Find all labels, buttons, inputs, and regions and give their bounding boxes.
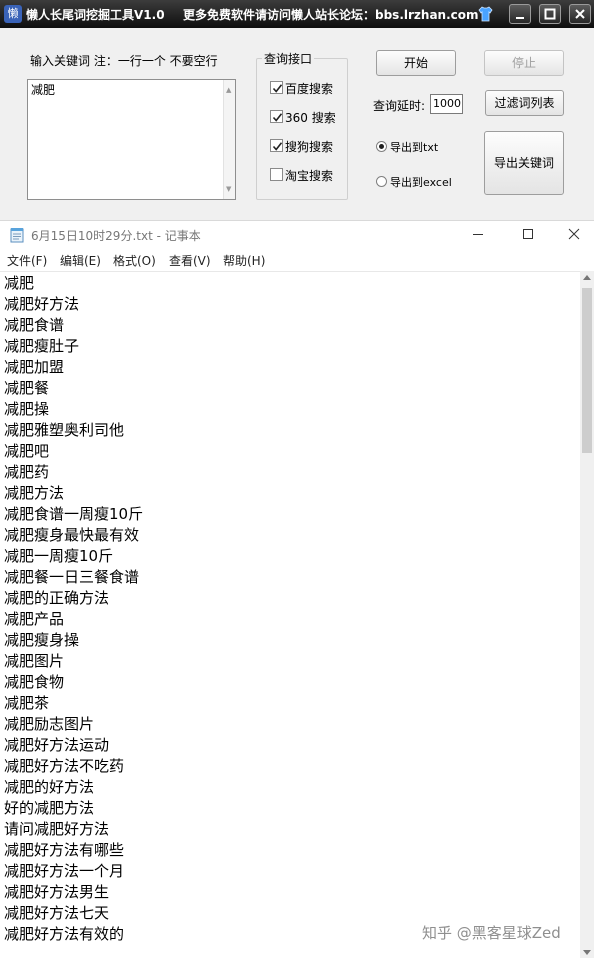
radio-label: 导出到txt <box>390 141 439 154</box>
checkmark-icon <box>272 113 283 122</box>
minimize-icon <box>473 234 483 235</box>
window-title: 懒人长尾词挖掘工具V1.0 <box>26 8 165 22</box>
notepad-window: 6月15日10时29分.txt - 记事本 文件(F) 编辑(E) 格式(O) … <box>0 220 594 958</box>
export-keywords-button[interactable]: 导出关键词 <box>484 131 564 195</box>
text-line: 减肥雅塑奥利司他 <box>4 421 125 439</box>
text-line: 减肥加盟 <box>4 358 65 376</box>
zhihu-watermark: 知乎 @黑客星球Zed <box>422 924 561 942</box>
scroll-thumb[interactable] <box>582 288 592 453</box>
scroll-down-arrow-icon[interactable]: ▼ <box>226 181 231 197</box>
text-line: 减肥图片 <box>4 652 65 670</box>
text-line: 减肥一周瘦10斤 <box>4 547 114 565</box>
text-line: 减肥 <box>4 274 35 292</box>
close-icon <box>575 9 585 19</box>
keyword-scrollbar[interactable]: ▲ ▼ <box>223 80 235 199</box>
text-line: 减肥瘦身操 <box>4 631 80 649</box>
radio-label: 导出到excel <box>390 176 452 189</box>
text-line: 减肥好方法有效的 <box>4 925 125 943</box>
notepad-title: 6月15日10时29分.txt - 记事本 <box>31 229 201 243</box>
scroll-up-arrow-icon[interactable]: ▲ <box>226 82 231 98</box>
notepad-text-area[interactable]: 减肥 减肥好方法 减肥食谱 减肥瘦肚子 减肥加盟 减肥餐 减肥操 减肥雅塑奥利司… <box>0 271 580 958</box>
scroll-down-arrow-icon[interactable] <box>583 950 591 956</box>
filter-words-button[interactable]: 过滤词列表 <box>485 90 564 116</box>
text-line: 减肥食谱 <box>4 316 65 334</box>
text-line: 减肥好方法运动 <box>4 736 110 754</box>
minimize-icon <box>516 17 524 19</box>
start-button[interactable]: 开始 <box>376 50 456 76</box>
close-icon <box>568 228 580 240</box>
checkbox[interactable] <box>270 139 283 152</box>
checkmark-icon <box>272 142 283 151</box>
text-line: 减肥好方法不吃药 <box>4 757 125 775</box>
text-line: 减肥瘦身最快最有效 <box>4 526 140 544</box>
keyword-tool-window: 懒 懒人长尾词挖掘工具V1.0 更多免费软件请访问懒人站长论坛：bbs.lrzh… <box>0 0 594 220</box>
text-line: 请问减肥好方法 <box>4 820 110 838</box>
engine-label: 淘宝搜索 <box>285 169 334 183</box>
maximize-icon <box>523 229 533 239</box>
maximize-icon <box>544 8 556 20</box>
radio-unselected[interactable] <box>376 176 387 187</box>
checkbox[interactable] <box>270 81 283 94</box>
notepad-vertical-scrollbar[interactable] <box>580 271 594 958</box>
keyword-input-hint: 输入关键词 注：一行一个 不要空行 <box>30 54 218 68</box>
text-line: 减肥好方法男生 <box>4 883 110 901</box>
tool-titlebar[interactable]: 懒 懒人长尾词挖掘工具V1.0 更多免费软件请访问懒人站长论坛：bbs.lrzh… <box>0 0 594 28</box>
checkbox[interactable] <box>270 110 283 123</box>
notepad-minimize-button[interactable] <box>467 224 489 244</box>
notepad-icon <box>10 228 24 243</box>
text-line: 减肥产品 <box>4 610 65 628</box>
text-line: 减肥的好方法 <box>4 778 95 796</box>
checkmark-icon <box>272 84 283 93</box>
notepad-menubar: 文件(F) 编辑(E) 格式(O) 查看(V) 帮助(H) <box>0 249 594 271</box>
app-logo-icon: 懒 <box>4 5 22 23</box>
search-engine-group-title: 查询接口 <box>262 50 315 67</box>
text-line: 减肥操 <box>4 400 50 418</box>
notepad-lines: 减肥 减肥好方法 减肥食谱 减肥瘦肚子 减肥加盟 减肥餐 减肥操 减肥雅塑奥利司… <box>4 273 143 945</box>
text-line: 减肥餐一日三餐食谱 <box>4 568 140 586</box>
text-line: 减肥食谱一周瘦10斤 <box>4 505 144 523</box>
text-line: 减肥方法 <box>4 484 65 502</box>
text-line: 减肥好方法一个月 <box>4 862 125 880</box>
menu-edit[interactable]: 编辑(E) <box>60 252 101 269</box>
text-line: 减肥药 <box>4 463 50 481</box>
engine-label: 360 搜索 <box>285 111 336 125</box>
minimize-button[interactable] <box>509 4 531 24</box>
radio-selected[interactable] <box>376 141 387 152</box>
close-button[interactable] <box>569 4 591 24</box>
text-line: 好的减肥方法 <box>4 799 95 817</box>
text-line: 减肥餐 <box>4 379 50 397</box>
text-line: 减肥好方法 <box>4 295 80 313</box>
notepad-titlebar[interactable]: 6月15日10时29分.txt - 记事本 <box>0 221 594 248</box>
text-line: 减肥励志图片 <box>4 715 95 733</box>
scroll-up-arrow-icon[interactable] <box>583 274 591 280</box>
stop-button[interactable]: 停止 <box>484 50 564 76</box>
maximize-button[interactable] <box>539 4 561 24</box>
checkbox[interactable] <box>270 168 283 181</box>
keyword-textarea[interactable]: 减肥 ▲ ▼ <box>27 79 236 200</box>
query-delay-label: 查询延时: <box>373 99 426 113</box>
keyword-value: 减肥 <box>31 83 56 97</box>
forum-notice: 更多免费软件请访问懒人站长论坛：bbs.lrzhan.com <box>183 8 479 22</box>
menu-format[interactable]: 格式(O) <box>113 252 156 269</box>
text-line: 减肥食物 <box>4 673 65 691</box>
menu-view[interactable]: 查看(V) <box>169 252 211 269</box>
menu-file[interactable]: 文件(F) <box>7 252 47 269</box>
notepad-close-button[interactable] <box>563 224 585 244</box>
engine-label: 百度搜索 <box>285 82 334 96</box>
menu-help[interactable]: 帮助(H) <box>223 252 265 269</box>
text-line: 减肥茶 <box>4 694 50 712</box>
text-line: 减肥的正确方法 <box>4 589 110 607</box>
text-line: 减肥瘦肚子 <box>4 337 80 355</box>
query-delay-input[interactable]: 1000 <box>430 94 463 114</box>
skin-shirt-icon[interactable] <box>478 6 493 22</box>
text-line: 减肥好方法七天 <box>4 904 110 922</box>
notepad-maximize-button[interactable] <box>517 224 539 244</box>
text-line: 减肥吧 <box>4 442 50 460</box>
text-line: 减肥好方法有哪些 <box>4 841 125 859</box>
engine-label: 搜狗搜索 <box>285 140 334 154</box>
